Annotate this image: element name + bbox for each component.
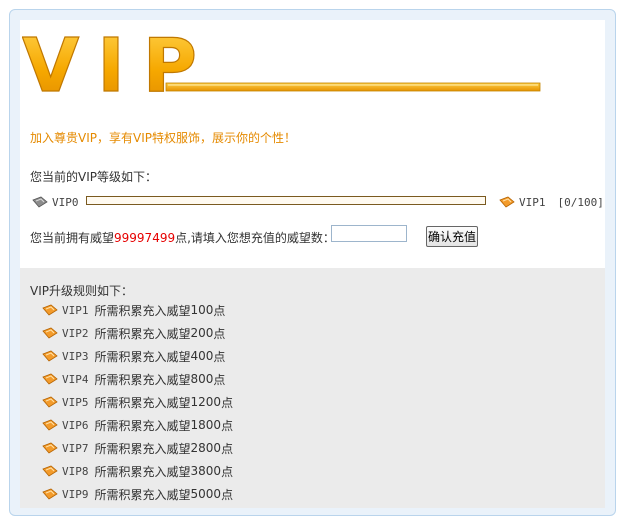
current-level: VIP0 [32,194,79,210]
vip-badge-icon [42,304,58,316]
vip-badge-icon [42,396,58,408]
rule-unit: 点 [221,418,234,433]
rule-item: VIP8 所需积累充入威望 3800 点 [42,463,233,479]
vip-badge-icon [42,350,58,362]
rule-level: VIP3 [62,349,89,363]
rule-item: VIP1 所需积累充入威望 100 点 [42,302,225,318]
rule-text: 所需积累充入威望 [94,303,191,318]
rule-level: VIP8 [62,464,89,478]
next-level: VIP1 [0/100] [499,194,604,210]
vip-badge-icon [42,442,58,454]
rule-unit: 点 [213,349,226,364]
rule-text: 所需积累充入威望 [94,372,191,387]
current-level-label: 您当前的VIP等级如下： [30,170,157,184]
vip-badge-icon [42,373,58,385]
rule-item: VIP6 所需积累充入威望 1800 点 [42,417,233,433]
rule-unit: 点 [213,326,226,341]
rule-level: VIP6 [62,418,89,432]
progress-text: [0/100] [557,195,604,209]
vip-badge-icon [42,419,58,431]
rule-level: VIP2 [62,326,89,340]
rule-points: 100 [190,303,214,317]
recharge-amount-input[interactable] [331,225,407,242]
points-prefix: 您当前拥有威望 [30,231,115,245]
rule-text: 所需积累充入威望 [94,326,191,341]
rule-item: VIP9 所需积累充入威望 5000 点 [42,486,233,502]
rule-item: VIP2 所需积累充入威望 200 点 [42,325,225,341]
points-value: 99997499 [114,230,176,245]
rule-item: VIP7 所需积累充入威望 2800 点 [42,440,233,456]
rule-level: VIP9 [62,487,89,501]
vip-badge-icon [42,488,58,500]
rule-text: 所需积累充入威望 [94,487,191,502]
rule-unit: 点 [213,303,226,318]
next-level-text: VIP1 [519,195,546,209]
vip-tagline: 加入尊贵VIP，享有VIP特权服饰，展示你的个性！ [30,131,296,145]
rule-points: 400 [190,349,214,363]
rule-text: 所需积累充入威望 [94,441,191,456]
rule-level: VIP1 [62,303,89,317]
rule-points: 1800 [190,418,222,432]
rule-points: 800 [190,372,214,386]
rule-text: 所需积累充入威望 [94,464,191,479]
rule-text: 所需积累充入威望 [94,418,191,433]
rule-text: 所需积累充入威望 [94,395,191,410]
vip-badge-icon [42,465,58,477]
points-suffix: 点,请填入您想充值的威望数： [175,231,335,245]
vip-badge-gray-icon [32,196,48,208]
rule-unit: 点 [221,395,234,410]
rule-level: VIP4 [62,372,89,386]
rule-unit: 点 [213,372,226,387]
vip-badge-orange-icon [499,196,515,208]
level-progress-bar [86,196,486,205]
logo-underline [165,82,541,92]
current-level-text: VIP0 [52,195,79,209]
rule-points: 200 [190,326,214,340]
confirm-recharge-button[interactable]: 确认充值 [426,226,478,247]
vip-logo: VIP [22,29,541,99]
rule-item: VIP3 所需积累充入威望 400 点 [42,348,225,364]
rule-unit: 点 [221,441,234,456]
rule-level: VIP5 [62,395,89,409]
rule-points: 5000 [190,487,222,501]
rule-text: 所需积累充入威望 [94,349,191,364]
rule-unit: 点 [221,464,234,479]
rule-item: VIP5 所需积累充入威望 1200 点 [42,394,233,410]
rule-points: 2800 [190,441,222,455]
rule-item: VIP4 所需积累充入威望 800 点 [42,371,225,387]
points-row: 您当前拥有威望 99997499 点,请填入您想充值的威望数： [30,229,335,246]
rule-level: VIP7 [62,441,89,455]
rules-title: VIP升级规则如下： [30,284,133,298]
rule-unit: 点 [221,487,234,502]
rule-points: 1200 [190,395,222,409]
rule-points: 3800 [190,464,222,478]
vip-badge-icon [42,327,58,339]
